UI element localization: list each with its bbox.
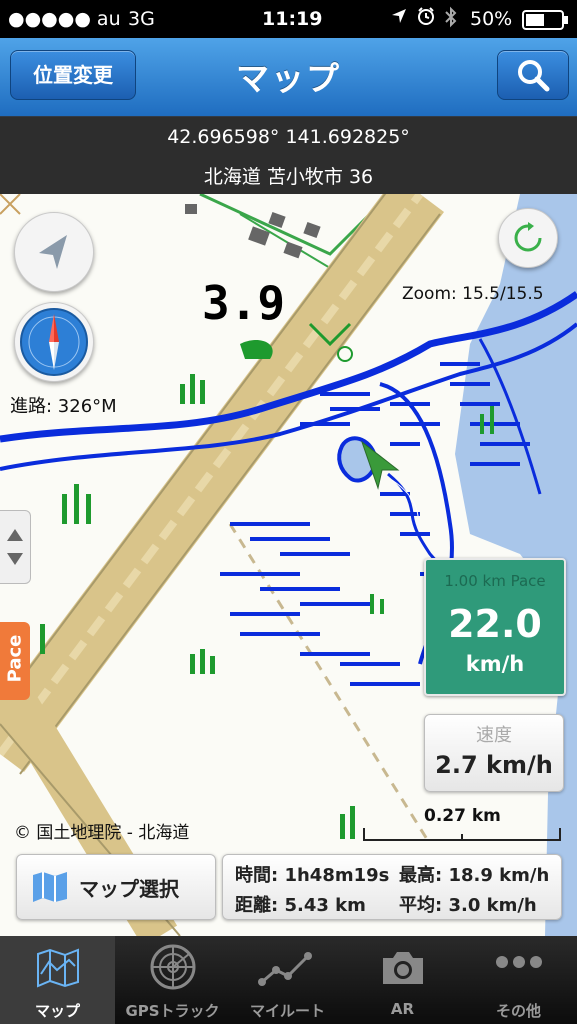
tab-my-route-label: マイルート (249, 1002, 325, 1020)
search-button[interactable] (497, 50, 569, 100)
location-info-bar: 42.696598° 141.692825° 北海道 苫小牧市 36 (0, 116, 577, 194)
panel-toggle-button[interactable] (0, 510, 31, 584)
map-icon (37, 948, 79, 988)
tab-gps-track[interactable]: GPSトラック (115, 936, 230, 1024)
folded-map-icon (33, 872, 67, 902)
up-down-icon (7, 529, 23, 565)
pace-panel-title: 1.00 km Pace (444, 572, 546, 590)
tab-map[interactable]: マップ (0, 936, 115, 1024)
battery-percent: 50% (470, 8, 513, 30)
bluetooth-icon (444, 6, 458, 33)
radar-icon (150, 944, 196, 990)
tab-map-label: マップ (34, 1002, 80, 1020)
tab-my-route[interactable]: マイルート (230, 936, 345, 1024)
tab-more[interactable]: その他 (460, 936, 577, 1024)
route-icon (258, 952, 312, 986)
refresh-icon (514, 222, 542, 252)
pace-value: 22.0 (448, 602, 542, 646)
contour-elevation-label: 3.9 (202, 276, 285, 330)
alarm-icon (416, 6, 436, 31)
carrier-label: ●●●●● au (8, 8, 121, 30)
tab-ar-label: AR (390, 1000, 415, 1018)
tab-bar: マップ GPSトラック マイルート AR その他 (0, 936, 577, 1024)
pace-tab-label: Pace (4, 634, 26, 683)
compass-icon (20, 308, 88, 376)
address: 北海道 苫小牧市 36 (203, 166, 374, 188)
coordinates: 42.696598° 141.692825° (167, 126, 410, 148)
stats-panel: 時間: 1h48m19s 最高: 18.9 km/h 距離: 5.43 km 平… (222, 854, 562, 920)
tab-gps-track-label: GPSトラック (125, 1002, 220, 1020)
elapsed-time: 時間: 1h48m19s (235, 865, 390, 886)
location-arrow-icon (390, 7, 408, 30)
pace-panel[interactable]: 1.00 km Pace 22.0 km/h (424, 558, 566, 696)
battery-icon (522, 10, 570, 35)
map-select-button[interactable]: マップ選択 (16, 854, 216, 920)
compass-button[interactable] (14, 302, 94, 382)
clock: 11:19 (262, 8, 323, 30)
map-select-label: マップ選択 (79, 877, 179, 901)
navigation-arrow-icon (39, 235, 67, 269)
network-label: 3G (128, 8, 155, 30)
search-icon (518, 60, 550, 92)
average-speed: 平均: 3.0 km/h (399, 895, 537, 916)
navigation-bar: マップ 位置変更 (0, 38, 577, 117)
map-view[interactable]: 3.9 進路: 326°M Zoom: 15.5/15.5 Pace 1.00 … (0, 194, 577, 936)
more-icon (496, 956, 542, 968)
zoom-label: Zoom: 15.5/15.5 (402, 284, 544, 304)
distance: 距離: 5.43 km (235, 895, 366, 916)
pace-tab[interactable]: Pace (0, 622, 30, 700)
status-bar: ●●●●● au 3G 11:19 50% (0, 0, 577, 38)
tab-more-label: その他 (495, 1002, 541, 1020)
tab-ar[interactable]: AR (345, 936, 460, 1024)
pace-unit: km/h (465, 652, 525, 676)
speed-title: 速度 (476, 725, 512, 746)
max-speed: 最高: 18.9 km/h (399, 865, 550, 886)
refresh-button[interactable] (498, 208, 558, 268)
map-copyright: © 国土地理院 - 北海道 (14, 823, 190, 843)
camera-icon (383, 952, 423, 984)
speed-value: 2.7 km/h (435, 751, 553, 779)
change-location-button[interactable]: 位置変更 (10, 50, 136, 100)
speed-panel[interactable]: 速度 2.7 km/h (424, 714, 564, 792)
current-location-button[interactable] (14, 212, 94, 292)
scale-bar (363, 828, 561, 841)
heading-label: 進路: 326°M (10, 396, 117, 417)
scale-label: 0.27 km (424, 806, 501, 826)
